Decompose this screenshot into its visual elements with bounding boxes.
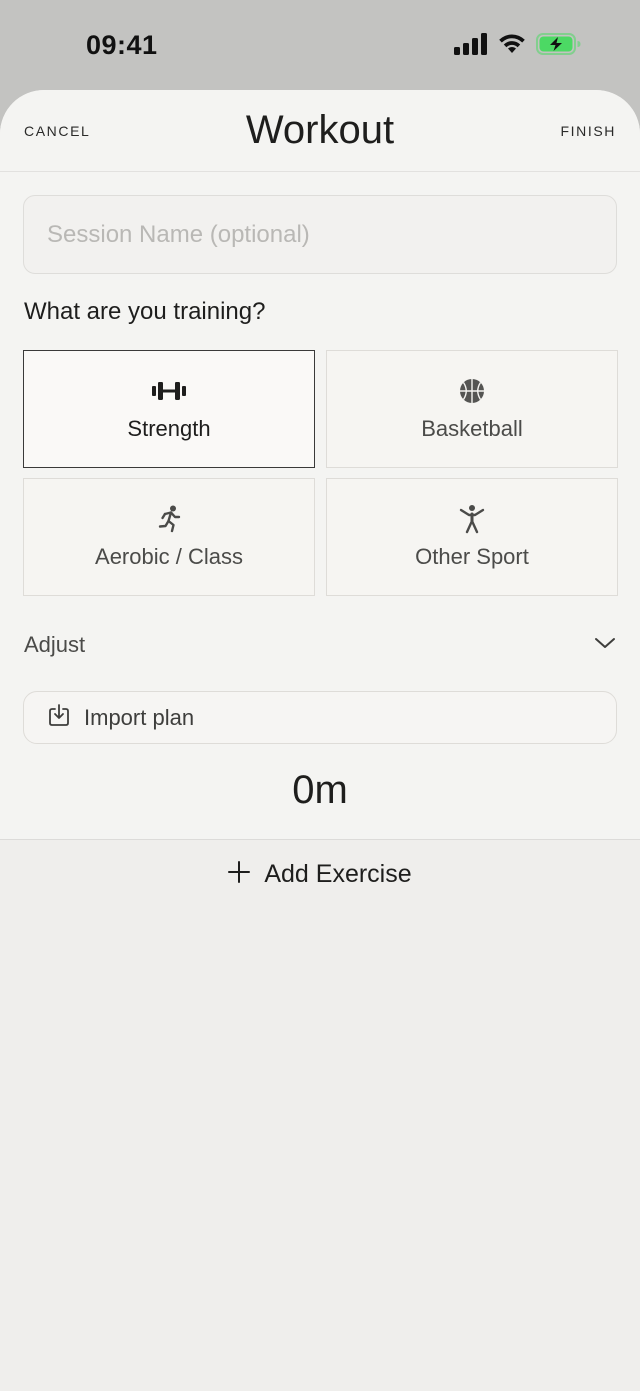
sheet-header: CANCEL Workout FINISH [0,90,640,172]
page-title: Workout [245,108,395,152]
add-exercise-button[interactable]: Add Exercise [0,860,640,889]
battery-charging-icon [536,33,582,55]
add-exercise-label: Add Exercise [264,860,412,888]
dumbbell-icon [152,376,186,406]
workout-duration: 0m [292,768,348,812]
sport-option-label: Aerobic / Class [95,544,243,569]
adjust-toggle[interactable]: Adjust [24,620,616,670]
sport-option-label: Other Sport [415,544,529,569]
adjust-label: Adjust [24,632,86,657]
wifi-icon [498,33,526,55]
sport-option-strength[interactable]: Strength [23,350,315,468]
sport-option-label: Basketball [421,416,523,441]
import-plan-button[interactable]: Import plan [23,691,617,744]
session-name-input[interactable] [23,195,617,274]
workout-sheet: CANCEL Workout FINISH What are you train… [0,90,640,1391]
sport-option-label: Strength [127,416,211,441]
import-plan-label: Import plan [84,704,195,730]
person-arms-up-icon [459,504,485,534]
sport-option-aerobic[interactable]: Aerobic / Class [23,478,315,596]
status-icons [454,33,582,55]
basketball-icon [459,376,485,406]
plus-icon [228,861,251,888]
workout-setup-panel: What are you training? Strength [0,172,640,840]
chevron-down-icon [594,636,616,655]
sport-option-other-sport[interactable]: Other Sport [326,478,618,596]
running-icon [156,504,182,534]
status-time: 09:41 [86,30,158,60]
training-question: What are you training? [24,298,266,325]
cellular-signal-icon [454,33,488,55]
status-bar: 09:41 [0,0,640,90]
sport-option-basketball[interactable]: Basketball [326,350,618,468]
import-icon [48,703,70,732]
finish-button[interactable]: FINISH [561,123,617,139]
